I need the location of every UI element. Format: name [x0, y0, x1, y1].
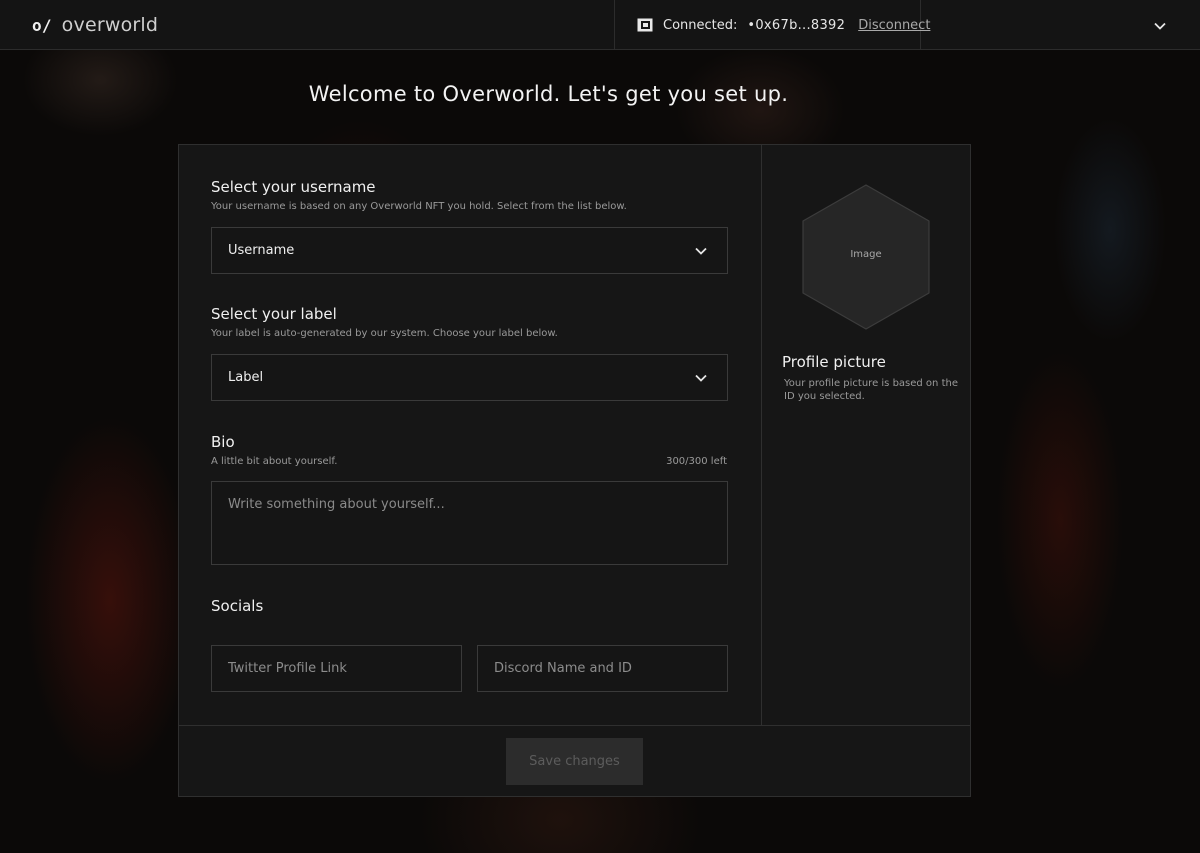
discord-id-input[interactable]: Discord Name and ID — [477, 645, 728, 692]
label-section-help: Your label is auto-generated by our syst… — [211, 328, 558, 339]
socials-section-title: Socials — [211, 597, 264, 615]
bio-textarea[interactable]: Write something about yourself... — [211, 481, 728, 565]
card-footer: Save changes — [179, 725, 970, 796]
username-section-title: Select your username — [211, 178, 376, 196]
bio-section-title: Bio — [211, 433, 235, 451]
logo-mark: o/ — [32, 15, 52, 35]
discord-placeholder: Discord Name and ID — [494, 661, 632, 676]
profile-picture-hexagon: Image — [800, 183, 932, 331]
twitter-placeholder: Twitter Profile Link — [228, 661, 347, 676]
save-changes-button[interactable]: Save changes — [506, 738, 643, 785]
label-select-value: Label — [228, 370, 264, 385]
username-section-help: Your username is based on any Overworld … — [211, 201, 627, 212]
wallet-address: •0x67b...8392 — [747, 17, 846, 33]
chevron-down-icon — [695, 244, 707, 259]
username-select-value: Username — [228, 243, 295, 258]
profile-setup-card: Select your username Your username is ba… — [178, 144, 971, 797]
logo-text: overworld — [61, 14, 159, 36]
label-select[interactable]: Label — [211, 354, 728, 401]
username-select[interactable]: Username — [211, 227, 728, 274]
top-nav-bar: o/ overworld Connected: •0x67b...8392 Di… — [0, 0, 1200, 50]
page-title: Welcome to Overworld. Let's get you set … — [308, 82, 789, 106]
bio-section-help: A little bit about yourself. — [211, 456, 338, 467]
wallet-icon — [637, 18, 653, 32]
bio-placeholder: Write something about yourself... — [228, 497, 445, 512]
account-menu-chevron-icon[interactable] — [1150, 16, 1170, 36]
profile-form: Select your username Your username is ba… — [179, 145, 762, 725]
twitter-profile-input[interactable]: Twitter Profile Link — [211, 645, 462, 692]
disconnect-link[interactable]: Disconnect — [858, 18, 930, 33]
chevron-down-icon — [695, 371, 707, 386]
overworld-logo[interactable]: o/ overworld — [32, 13, 158, 37]
wallet-connection-status: Connected: •0x67b...8392 Disconnect — [614, 0, 930, 50]
profile-picture-panel: Image Profile picture Your profile pictu… — [763, 145, 971, 725]
bio-character-counter: 300/300 left — [666, 456, 727, 467]
image-placeholder-label: Image — [850, 249, 882, 260]
profile-picture-help: Your profile picture is based on the ID … — [784, 378, 958, 402]
connected-label: Connected: — [663, 17, 738, 33]
profile-picture-title: Profile picture — [782, 353, 886, 371]
label-section-title: Select your label — [211, 305, 337, 323]
